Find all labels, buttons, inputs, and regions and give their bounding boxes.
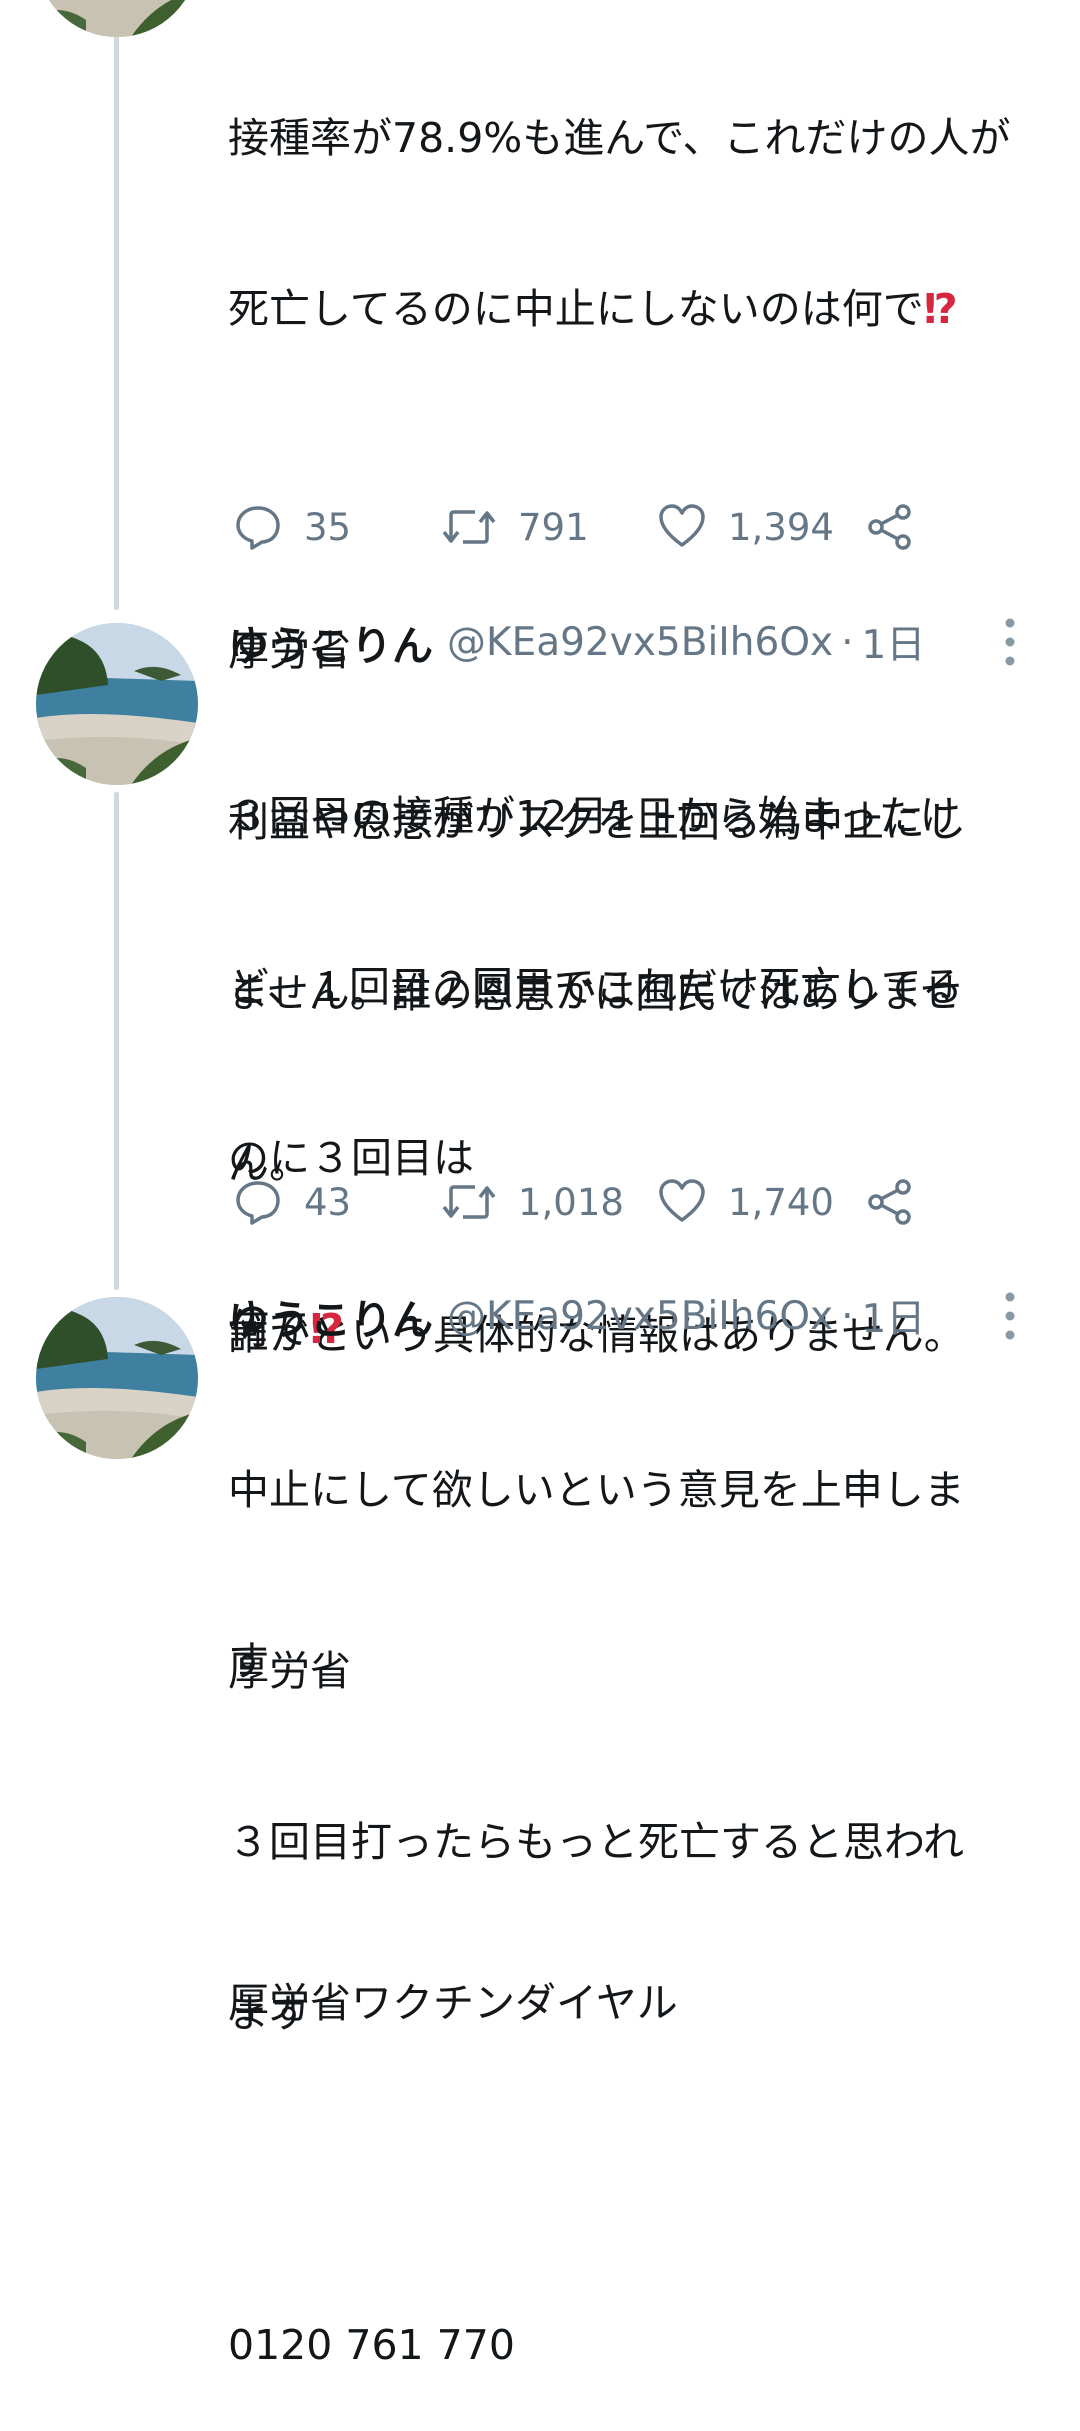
heart-icon [658, 1178, 706, 1226]
more-vertical-icon[interactable] [1000, 617, 1020, 667]
reply-button[interactable]: 35 [234, 497, 351, 557]
retweet-button[interactable]: 1,018 [442, 1172, 624, 1232]
tweet-text-line: 厚労省ワクチンダイヤル [228, 1979, 678, 2027]
tweet-text-line: 死亡してるのに中止にしないのは何で⁉ [228, 285, 958, 333]
more-vertical-icon[interactable] [1000, 1291, 1020, 1341]
avatar[interactable] [36, 0, 198, 37]
like-button[interactable]: 1,394 [658, 497, 834, 557]
separator-dot: · [841, 1293, 854, 1339]
tweet-text-line [228, 2146, 1038, 2203]
retweet-count: 791 [518, 505, 589, 549]
tweet-body: 中止にして欲しいという意見を上申しま す 厚労省ワクチンダイヤル 0120 76… [228, 1348, 1038, 2431]
tweet-actions: 43 1,018 1,740 [228, 1172, 948, 1232]
retweet-icon [442, 503, 496, 551]
heart-icon [658, 503, 706, 551]
tweet-text-line: ど、１回目２回目でこれだけ死亡してる [228, 963, 963, 1011]
author-handle[interactable]: @KEa92vx5BiIh6Ox [447, 1294, 833, 1339]
beach-landscape-avatar-icon [36, 1297, 198, 1459]
timestamp[interactable]: 1日 [862, 614, 926, 670]
thread-connector-line [114, 0, 119, 610]
retweet-count: 1,018 [518, 1180, 624, 1224]
share-icon [866, 1178, 914, 1226]
tweet-header: ゆうこりん @KEa92vx5BiIh6Ox · 1日 [228, 612, 925, 672]
reply-count: 43 [304, 1180, 352, 1224]
beach-landscape-avatar-icon [36, 623, 198, 785]
thread-connector-line [114, 792, 119, 1290]
like-button[interactable]: 1,740 [658, 1172, 834, 1232]
tweet-text-line: 0120 761 770 [228, 2321, 515, 2369]
share-icon [866, 503, 914, 551]
tweet-text-line: ３回目の接種が12月1日から始まったけ [228, 792, 961, 840]
tweet-text-line [228, 1804, 1038, 1861]
avatar[interactable] [36, 623, 198, 785]
reply-button[interactable]: 43 [234, 1172, 351, 1232]
beach-landscape-avatar-icon [36, 0, 198, 37]
author-name[interactable]: ゆうこりん [228, 612, 433, 672]
like-count: 1,740 [728, 1180, 834, 1224]
share-button[interactable] [866, 497, 914, 557]
separator-dot: · [841, 619, 854, 665]
share-button[interactable] [866, 1172, 914, 1232]
author-name[interactable]: ゆうこりん [228, 1286, 433, 1346]
avatar[interactable] [36, 1297, 198, 1459]
reply-bubble-icon [234, 1178, 282, 1226]
author-handle[interactable]: @KEa92vx5BiIh6Ox [447, 620, 833, 665]
tweet-text-line: す [228, 1637, 269, 1685]
retweet-icon [442, 1178, 496, 1226]
tweet-actions: 35 791 1,394 [228, 497, 948, 557]
reply-count: 35 [304, 505, 352, 549]
retweet-button[interactable]: 791 [442, 497, 589, 557]
tweet-text-line: 接種率が78.9%も進んで、これだけの人が [228, 114, 1011, 162]
interrobang-emoji: ⁉ [923, 285, 958, 333]
like-count: 1,394 [728, 505, 834, 549]
reply-bubble-icon [234, 503, 282, 551]
timestamp[interactable]: 1日 [862, 1288, 926, 1344]
tweet-header: ゆうこりん @KEa92vx5BiIh6Ox · 1日 [228, 1286, 925, 1346]
tweet-text-line: 中止にして欲しいという意見を上申しま [228, 1466, 965, 1514]
